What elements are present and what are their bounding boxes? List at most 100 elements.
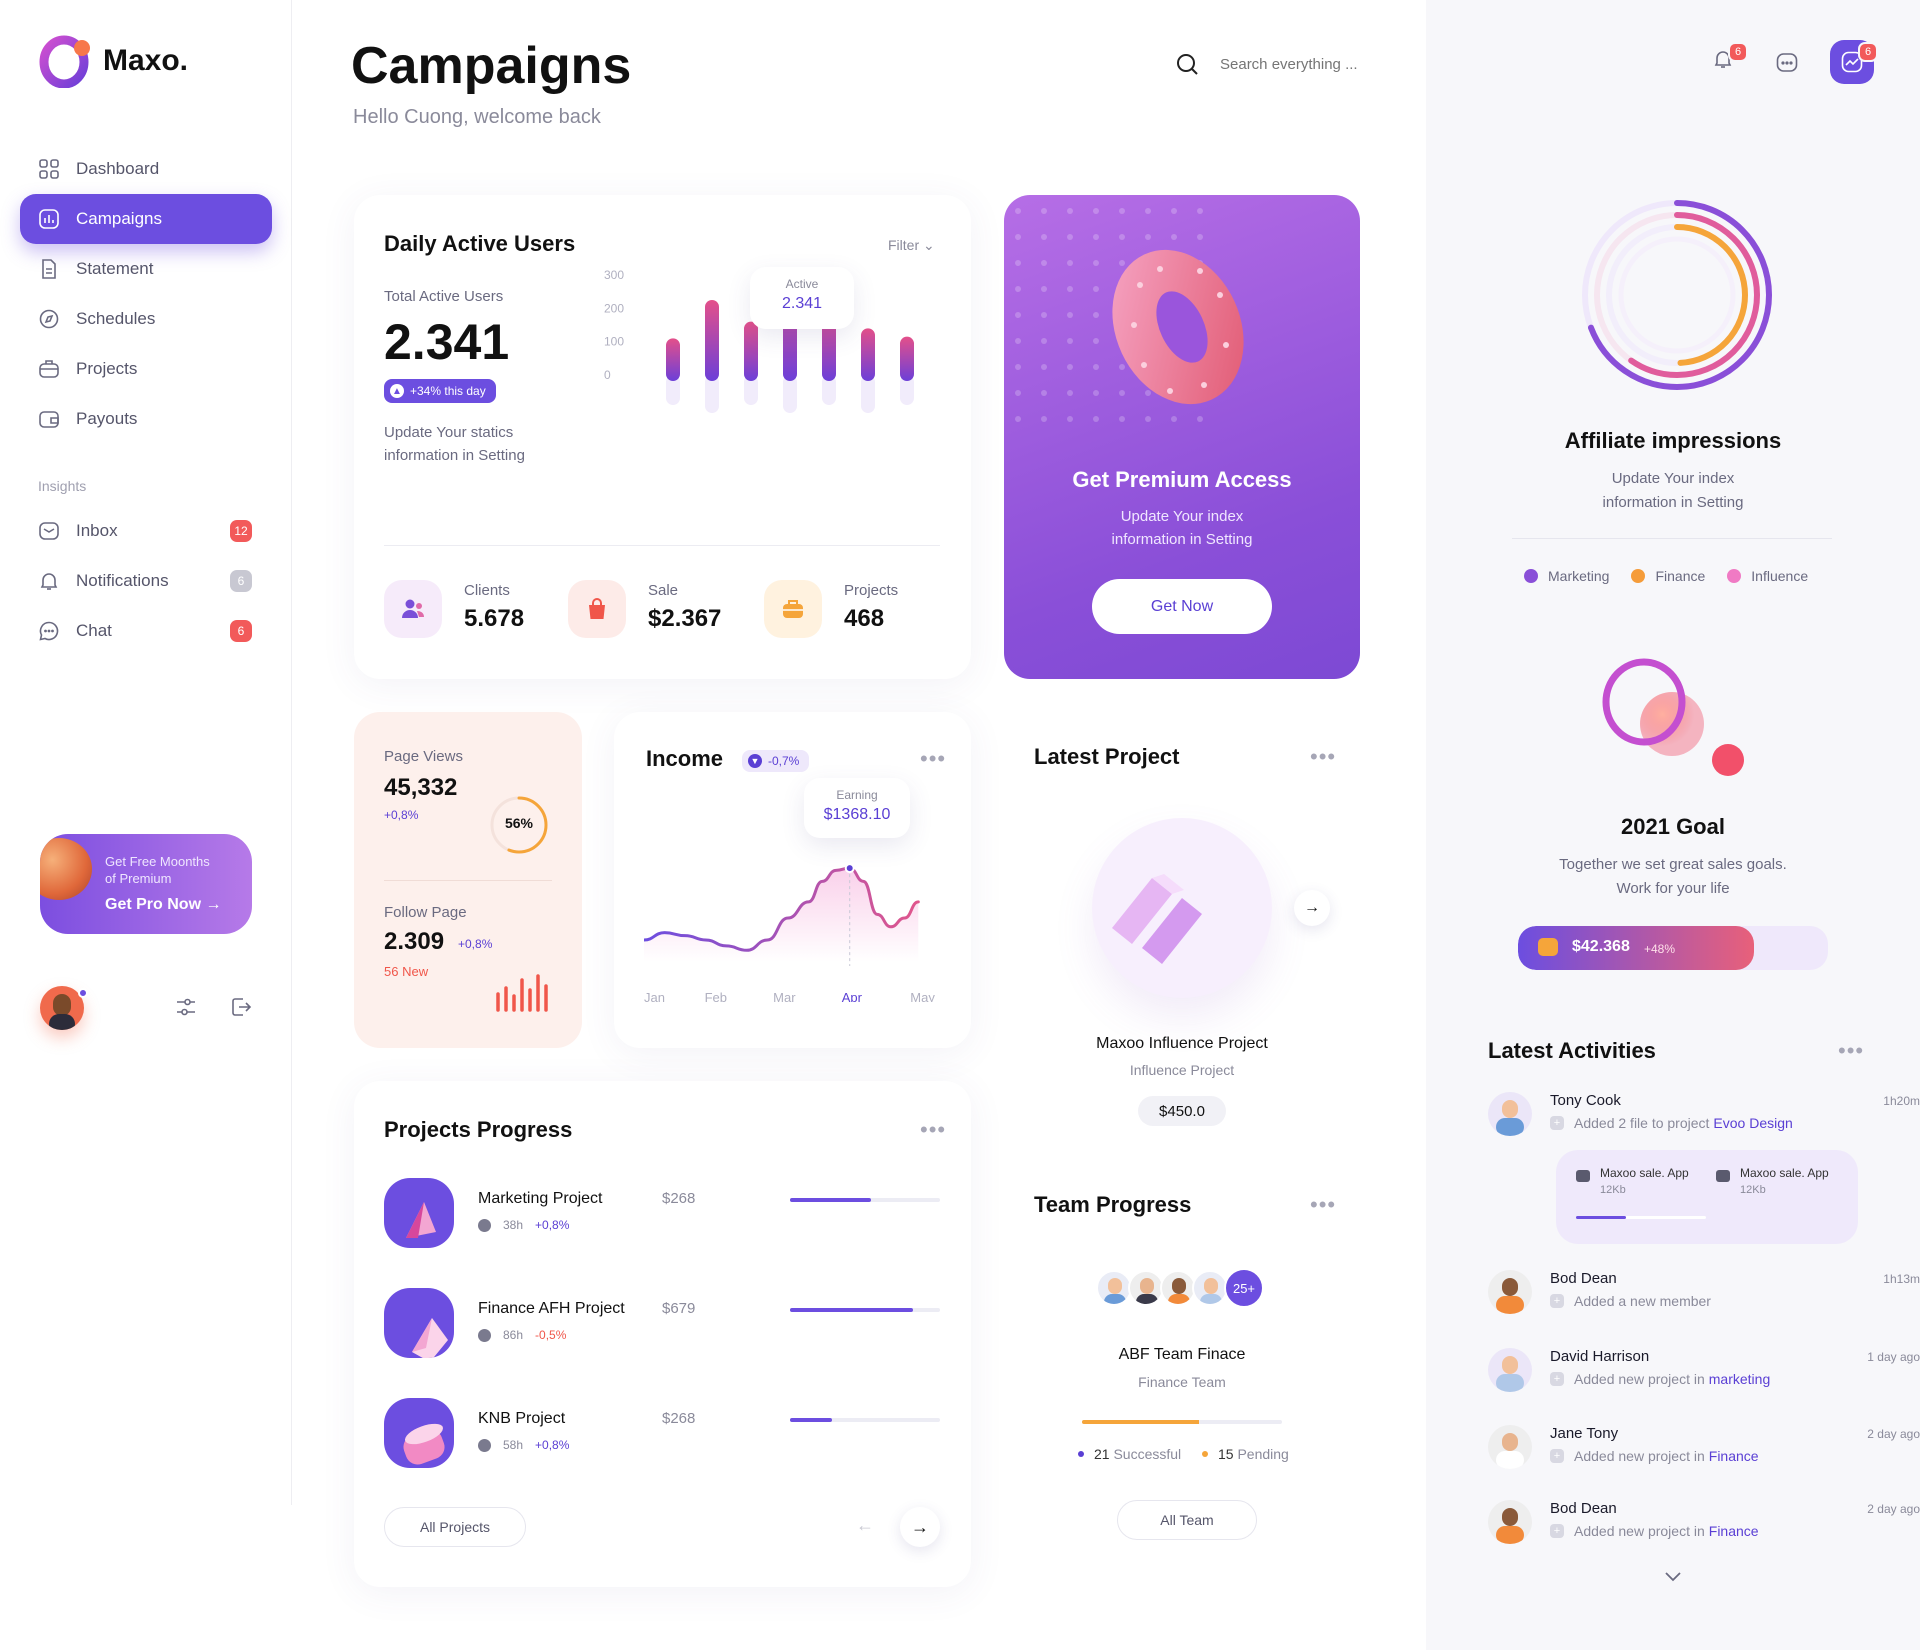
project-price: $268: [662, 1190, 696, 1207]
project-progress-bar: [790, 1418, 940, 1422]
card-title: Projects Progress: [384, 1117, 573, 1142]
sidebar-item-label: Schedules: [76, 309, 156, 328]
highlight-point[interactable]: [844, 863, 855, 874]
all-projects-button[interactable]: All Projects: [384, 1507, 526, 1547]
right-panel: 6 6 Affiliate impressions Update Your in…: [1426, 0, 1920, 1650]
team-type: Finance Team: [1138, 1374, 1226, 1390]
promo-cta[interactable]: Get Pro Now →: [105, 896, 221, 914]
brand-logo[interactable]: [38, 34, 94, 89]
bar[interactable]: [900, 336, 914, 381]
file-name[interactable]: Maxoo sale. App: [1600, 1166, 1689, 1180]
bar[interactable]: [666, 338, 680, 381]
arrow-right-icon[interactable]: →: [1294, 890, 1330, 926]
bar[interactable]: [705, 300, 719, 381]
more-options-icon[interactable]: •••: [1310, 1194, 1336, 1216]
sidebar-item-notifications[interactable]: Notifications 6: [20, 556, 272, 606]
planet-icon: [40, 838, 92, 900]
sidebar-item-payouts[interactable]: Payouts: [20, 394, 272, 444]
filter-dropdown[interactable]: Filter ⌄: [888, 237, 935, 254]
file-name[interactable]: Maxoo sale. App: [1740, 1166, 1829, 1180]
earning-tooltip: Earning $1368.10: [804, 778, 910, 838]
bell-icon: [38, 570, 60, 592]
prism-icon: [1112, 874, 1202, 964]
page-views-value: 45,332: [384, 774, 458, 801]
x-tick-label: Feb: [705, 990, 727, 1002]
page-title: Campaigns: [351, 37, 632, 95]
more-options-icon[interactable]: •••: [1838, 1040, 1864, 1062]
team-progress-bar: [1082, 1420, 1282, 1424]
team-avatar: [1128, 1270, 1164, 1306]
arrow-up-icon: ▲: [390, 384, 404, 398]
goal-progress-bar: $42.368 +48%: [1518, 926, 1828, 970]
team-more-count[interactable]: 25+: [1224, 1268, 1264, 1308]
activity-item[interactable]: David Harrison 1 day ago + Added new proje…: [1550, 1348, 1920, 1387]
project-row[interactable]: Finance AFH Project 86h -0,5% $679: [384, 1288, 944, 1360]
sidebar-item-statement[interactable]: Statement: [20, 244, 272, 294]
page-views-change: +0,8%: [384, 808, 419, 822]
activity-avatar: [1488, 1425, 1532, 1469]
sidebar-item-inbox[interactable]: Inbox 12: [20, 506, 272, 556]
mail-icon: [38, 520, 60, 542]
search-input[interactable]: [1220, 50, 1400, 78]
sidebar-item-projects[interactable]: Projects: [20, 344, 272, 394]
project-row[interactable]: Marketing Project 38h +0,8% $268: [384, 1178, 944, 1250]
follow-change: +0,8%: [458, 937, 493, 951]
folder-icon: [1716, 1170, 1730, 1182]
latest-project-title: Latest Project: [1034, 744, 1180, 769]
page-views-card: Page Views 45,332 +0,8% 56% Follow Page …: [354, 712, 582, 1048]
projects-progress-card: Projects Progress ••• Marketing Project …: [354, 1081, 971, 1587]
x-tick-label: Jan: [644, 990, 665, 1002]
activity-item[interactable]: Tony Cook 1h20m + Added 2 file to project E…: [1550, 1092, 1920, 1131]
premium-card: Get Premium Access Update Your index inf…: [1004, 195, 1360, 679]
activity-avatar: [1488, 1348, 1532, 1392]
more-options-icon[interactable]: •••: [920, 748, 946, 770]
y-tick-label: 200: [604, 301, 624, 315]
bar[interactable]: [744, 321, 758, 381]
get-now-button[interactable]: Get Now: [1092, 579, 1272, 634]
legend-influence: Influence: [1727, 568, 1808, 584]
sidebar-item-label: Inbox: [76, 521, 118, 540]
promo-card[interactable]: Get Free Moonths of Premium Get Pro Now …: [40, 834, 252, 934]
stat-value: 5.678: [464, 605, 525, 632]
message-icon[interactable]: [1776, 52, 1798, 79]
sidebar-item-chat[interactable]: Chat 6: [20, 606, 272, 656]
team-avatar: [1192, 1270, 1228, 1306]
activity-item[interactable]: Jane Tony 2 day ago + Added new project in…: [1550, 1425, 1920, 1464]
page-views-label: Page Views: [384, 748, 463, 765]
sidebar-item-campaigns[interactable]: Campaigns: [20, 194, 272, 244]
arrow-right-icon[interactable]: →: [900, 1507, 940, 1547]
sidebar-item-schedules[interactable]: Schedules: [20, 294, 272, 344]
stat-label: Clients: [464, 582, 510, 599]
logout-icon[interactable]: [230, 996, 252, 1023]
all-team-button[interactable]: All Team: [1117, 1500, 1257, 1540]
arrow-left-icon[interactable]: ←: [856, 1515, 874, 1536]
sidebar-item-label: Projects: [76, 359, 138, 378]
attachments-box: Maxoo sale. App 12Kb Maxoo sale. App 12K…: [1556, 1150, 1858, 1244]
sidebar-item-dashboard[interactable]: Dashboard: [20, 144, 272, 194]
y-tick-label: 100: [604, 335, 624, 349]
more-options-icon[interactable]: •••: [1310, 746, 1336, 768]
active-tooltip: Active 2.341: [750, 267, 854, 329]
project-name: KNB Project: [478, 1410, 566, 1427]
bar[interactable]: [861, 328, 875, 381]
affiliate-line2: information in Setting: [1602, 494, 1744, 511]
divider: [384, 545, 940, 546]
settings-sliders-icon[interactable]: [175, 996, 197, 1023]
y-tick-label: 0: [604, 368, 611, 382]
project-row[interactable]: KNB Project 58h +0,8% $268: [384, 1398, 944, 1470]
project-name: Finance AFH Project: [478, 1300, 625, 1317]
activity-list-more: David Harrison 1 day ago + Added new proje…: [1488, 1348, 1920, 1588]
file-size: 12Kb: [1600, 1184, 1626, 1196]
activity-item[interactable]: Bod Dean 1h13m + Added a new member: [1550, 1270, 1920, 1309]
search-icon[interactable]: [1175, 52, 1199, 81]
donut-3d-icon: [1100, 235, 1260, 415]
activity-item[interactable]: Bod Dean 2 day ago + Added new project in F…: [1550, 1500, 1920, 1539]
goal-amount: $42.368: [1572, 938, 1630, 955]
chevron-down-icon[interactable]: [1664, 1570, 1682, 1588]
divider: [1512, 538, 1832, 539]
clock-icon: [478, 1438, 491, 1452]
plus-icon: +: [1550, 1449, 1564, 1463]
more-options-icon[interactable]: •••: [920, 1119, 946, 1141]
file-size: 12Kb: [1740, 1184, 1766, 1196]
sidebar: Maxo. Dashboard Campaigns Statement Sche…: [0, 0, 292, 1505]
